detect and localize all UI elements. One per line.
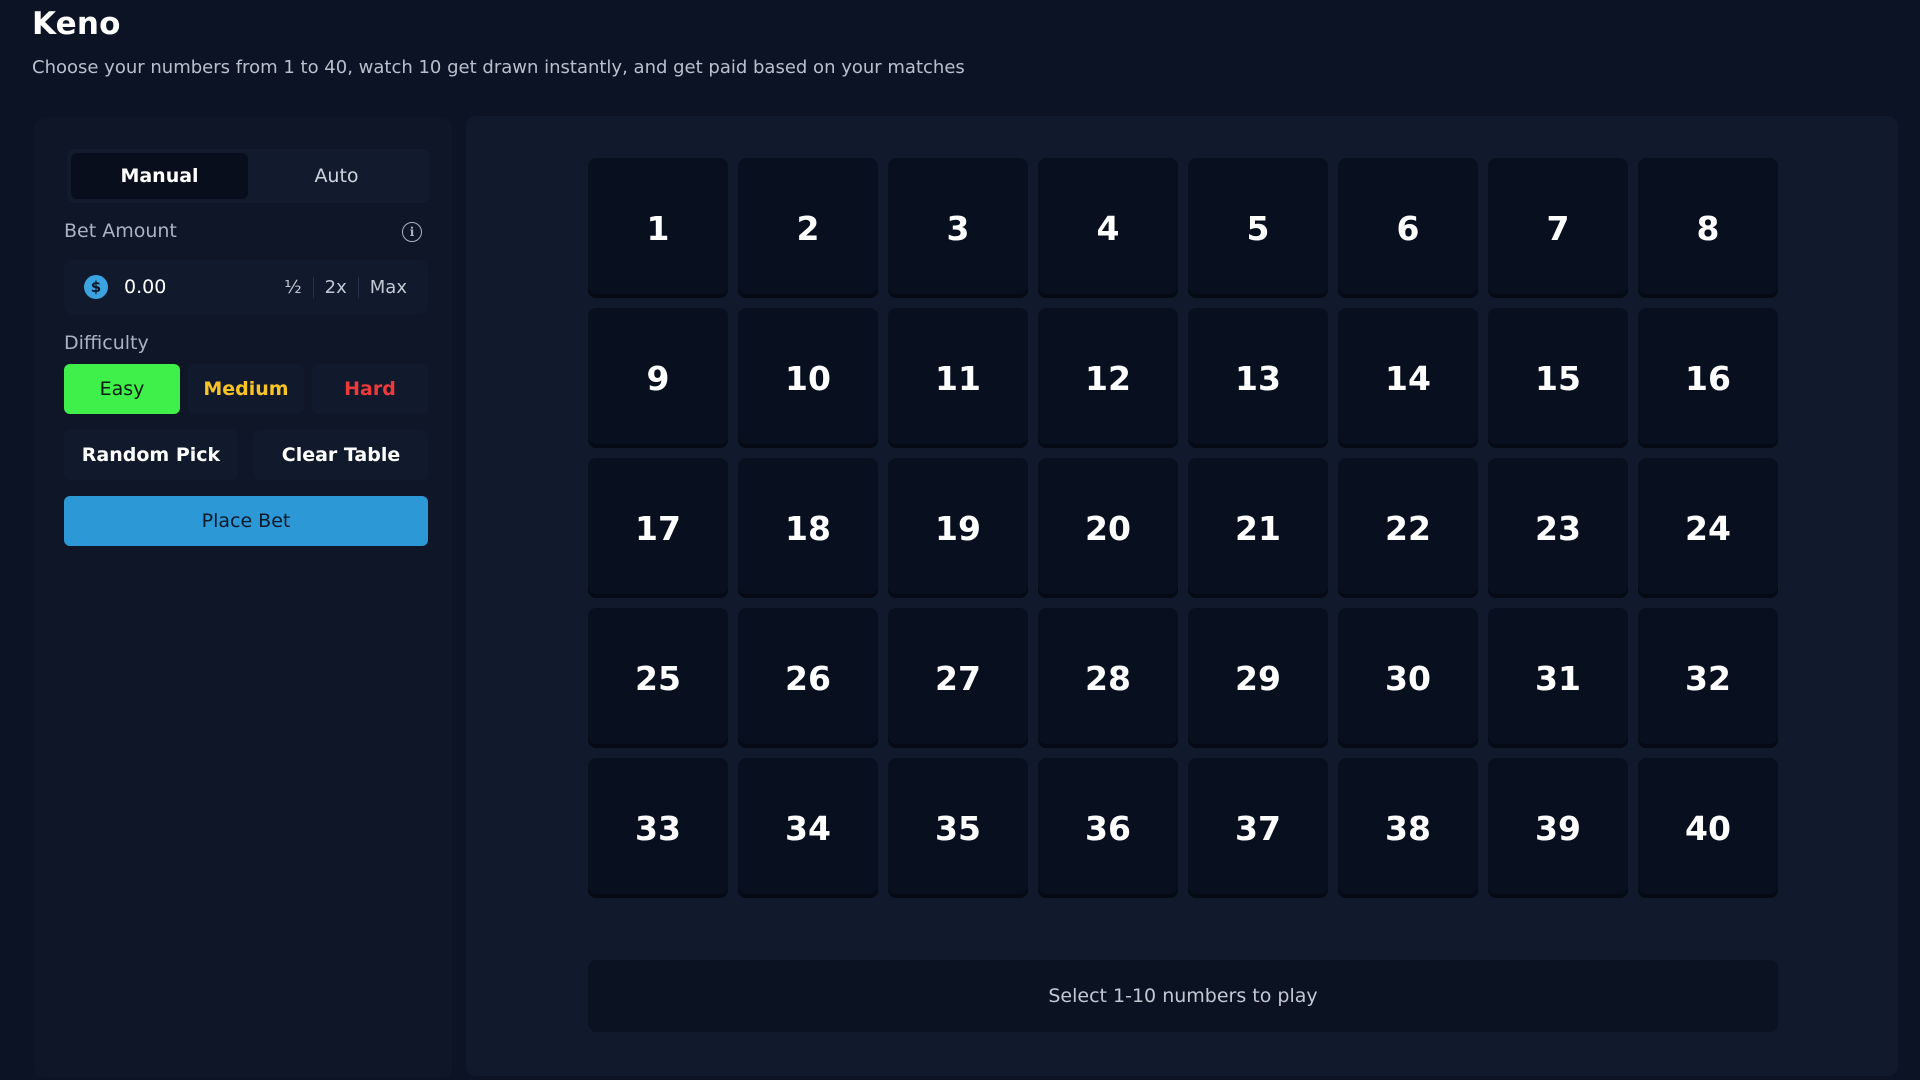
number-tile-14[interactable]: 14	[1338, 308, 1478, 448]
number-tile-21[interactable]: 21	[1188, 458, 1328, 598]
number-tile-11[interactable]: 11	[888, 308, 1028, 448]
number-tile-12[interactable]: 12	[1038, 308, 1178, 448]
number-tile-28[interactable]: 28	[1038, 608, 1178, 748]
tab-manual[interactable]: Manual	[71, 153, 248, 199]
number-tile-19[interactable]: 19	[888, 458, 1028, 598]
number-tile-2[interactable]: 2	[738, 158, 878, 298]
number-tile-31[interactable]: 31	[1488, 608, 1628, 748]
mode-tabs: Manual Auto	[67, 149, 429, 203]
page-title: Keno	[32, 6, 121, 42]
random-pick-button[interactable]: Random Pick	[64, 430, 238, 480]
number-tile-38[interactable]: 38	[1338, 758, 1478, 898]
double-bet-button[interactable]: 2x	[312, 276, 358, 298]
difficulty-label: Difficulty	[64, 332, 149, 354]
number-tile-5[interactable]: 5	[1188, 158, 1328, 298]
number-tile-10[interactable]: 10	[738, 308, 878, 448]
clear-table-button[interactable]: Clear Table	[254, 430, 428, 480]
page-subtitle: Choose your numbers from 1 to 40, watch …	[32, 57, 965, 78]
number-tile-15[interactable]: 15	[1488, 308, 1628, 448]
difficulty-easy-button[interactable]: Easy	[64, 364, 180, 414]
number-tile-1[interactable]: 1	[588, 158, 728, 298]
number-tile-3[interactable]: 3	[888, 158, 1028, 298]
number-tile-18[interactable]: 18	[738, 458, 878, 598]
table-actions: Random Pick Clear Table	[64, 430, 428, 480]
bet-amount-label: Bet Amount	[64, 220, 177, 242]
number-tile-7[interactable]: 7	[1488, 158, 1628, 298]
number-tile-32[interactable]: 32	[1638, 608, 1778, 748]
number-tile-39[interactable]: 39	[1488, 758, 1628, 898]
number-grid: 1 2 3 4 5 6 7 8 9 10 11 12 13 14 15 16 17 18 19 20 21 22 23 24 2…	[588, 158, 1778, 898]
number-tile-26[interactable]: 26	[738, 608, 878, 748]
info-icon[interactable]: i	[402, 222, 422, 242]
tab-auto[interactable]: Auto	[248, 153, 425, 199]
control-panel: Manual Auto Bet Amount i $ ½ 2x Max Diff…	[34, 118, 452, 1078]
number-tile-27[interactable]: 27	[888, 608, 1028, 748]
number-tile-8[interactable]: 8	[1638, 158, 1778, 298]
keno-page: Keno Choose your numbers from 1 to 40, w…	[0, 0, 1920, 1080]
number-tile-33[interactable]: 33	[588, 758, 728, 898]
number-tile-20[interactable]: 20	[1038, 458, 1178, 598]
number-tile-35[interactable]: 35	[888, 758, 1028, 898]
half-bet-button[interactable]: ½	[273, 277, 312, 298]
place-bet-button[interactable]: Place Bet	[64, 496, 428, 546]
coin-icon: $	[84, 275, 108, 299]
number-tile-4[interactable]: 4	[1038, 158, 1178, 298]
number-tile-25[interactable]: 25	[588, 608, 728, 748]
number-tile-13[interactable]: 13	[1188, 308, 1328, 448]
difficulty-hard-button[interactable]: Hard	[312, 364, 428, 414]
number-tile-36[interactable]: 36	[1038, 758, 1178, 898]
number-tile-22[interactable]: 22	[1338, 458, 1478, 598]
number-tile-23[interactable]: 23	[1488, 458, 1628, 598]
number-tile-16[interactable]: 16	[1638, 308, 1778, 448]
number-tile-6[interactable]: 6	[1338, 158, 1478, 298]
keno-board: 1 2 3 4 5 6 7 8 9 10 11 12 13 14 15 16 17 18 19 20 21 22 23 24 2…	[466, 116, 1898, 1076]
number-tile-40[interactable]: 40	[1638, 758, 1778, 898]
number-tile-24[interactable]: 24	[1638, 458, 1778, 598]
bet-amount-actions: ½ 2x Max	[273, 276, 418, 298]
max-bet-button[interactable]: Max	[357, 276, 418, 298]
bet-amount-input[interactable]	[124, 276, 264, 298]
number-tile-30[interactable]: 30	[1338, 608, 1478, 748]
number-tile-29[interactable]: 29	[1188, 608, 1328, 748]
status-message: Select 1-10 numbers to play	[588, 960, 1778, 1032]
number-tile-34[interactable]: 34	[738, 758, 878, 898]
bet-amount-field: $ ½ 2x Max	[64, 260, 428, 314]
difficulty-medium-button[interactable]: Medium	[188, 364, 304, 414]
number-tile-9[interactable]: 9	[588, 308, 728, 448]
number-tile-37[interactable]: 37	[1188, 758, 1328, 898]
number-tile-17[interactable]: 17	[588, 458, 728, 598]
difficulty-selector: Easy Medium Hard	[64, 364, 428, 414]
